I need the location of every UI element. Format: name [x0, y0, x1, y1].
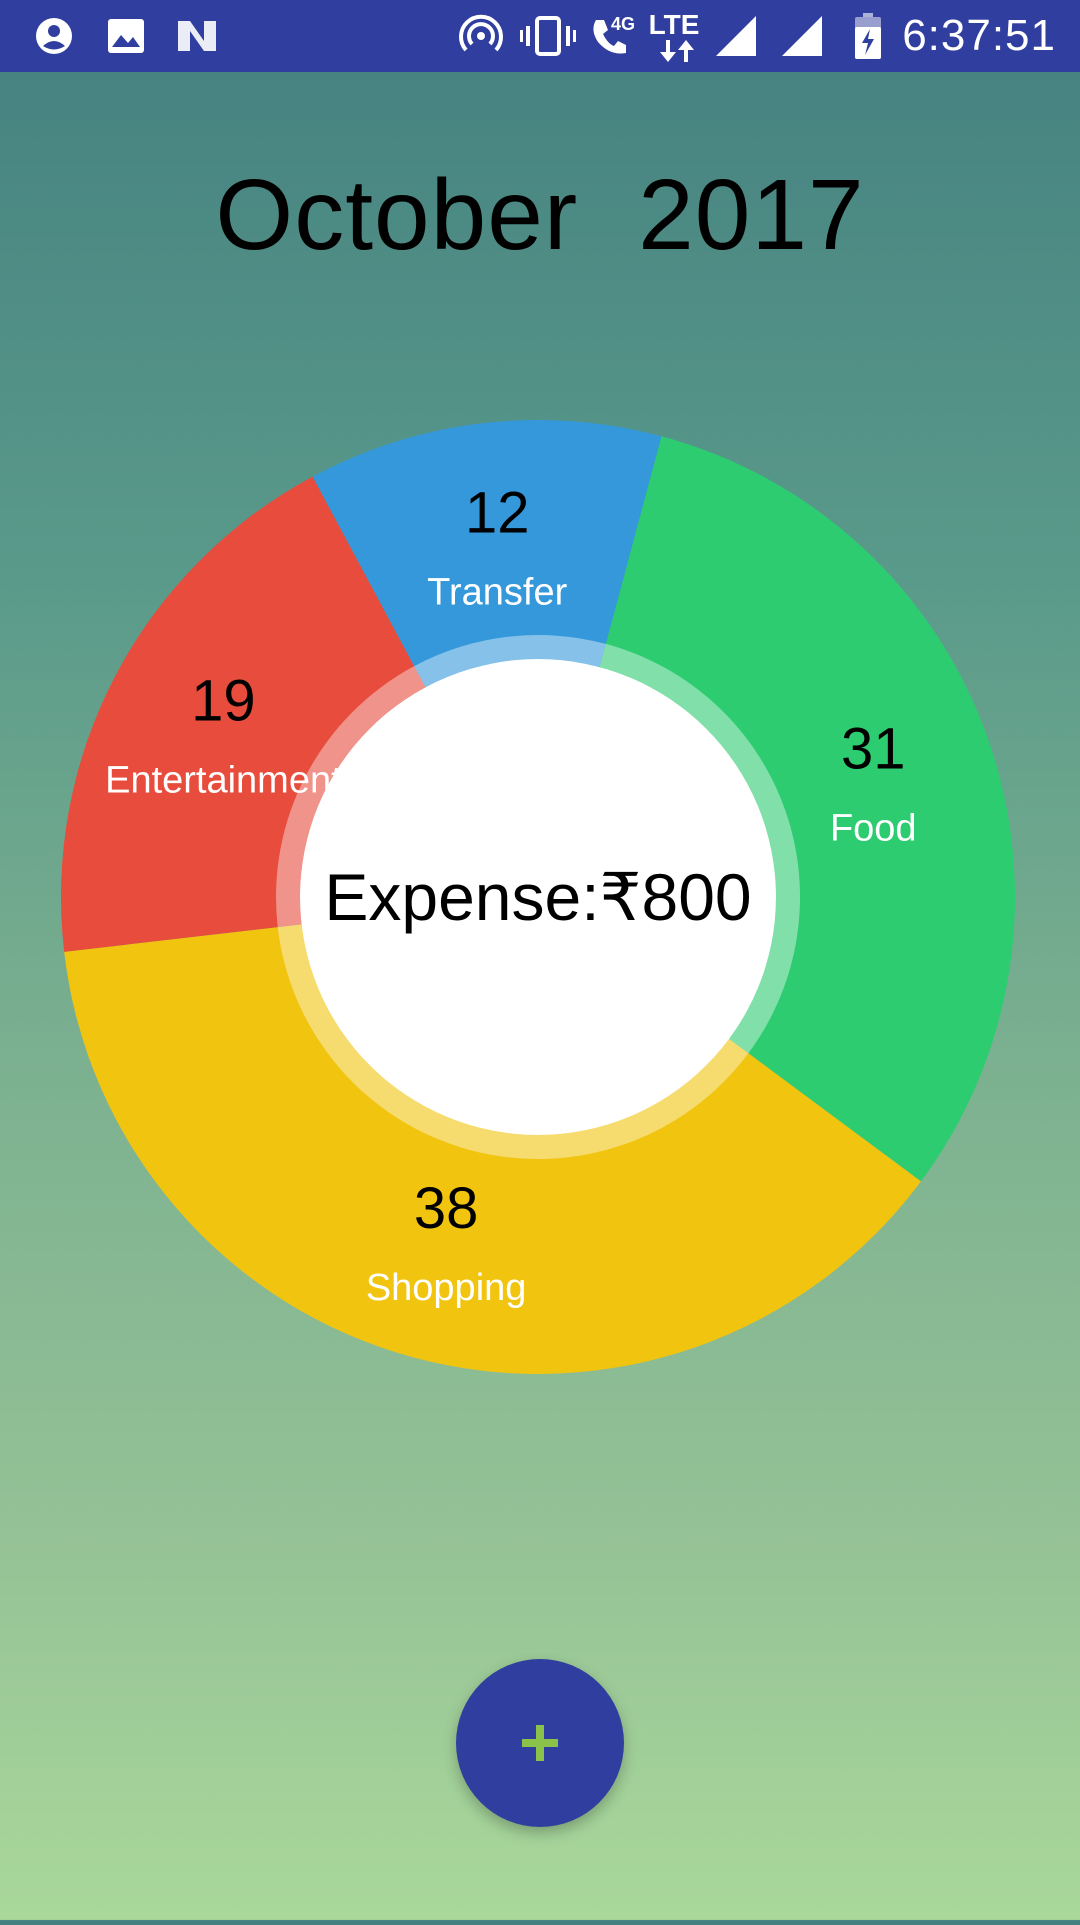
slice-value-transfer: 12: [465, 480, 530, 545]
expense-chart: Expense:₹800 31 Food 38 Shopping 19 Entertain…: [0, 0, 1080, 1920]
slice-label-transfer: Transfer: [427, 571, 567, 613]
slice-value-shopping: 38: [414, 1176, 479, 1241]
add-expense-button[interactable]: [456, 1659, 624, 1827]
expense-donut-chart: Expense:₹800 31 Food 38 Shopping 19 Entertain…: [61, 420, 1015, 1374]
slice-value-food: 31: [841, 716, 906, 781]
slice-label-shopping: Shopping: [366, 1267, 527, 1309]
expense-total-label: Expense:₹800: [324, 860, 751, 934]
plus-icon: [522, 1725, 558, 1761]
slice-value-entertainment: 19: [191, 669, 256, 734]
slice-label-entertainment: Entertainment: [105, 760, 342, 802]
slice-label-food: Food: [830, 807, 917, 849]
